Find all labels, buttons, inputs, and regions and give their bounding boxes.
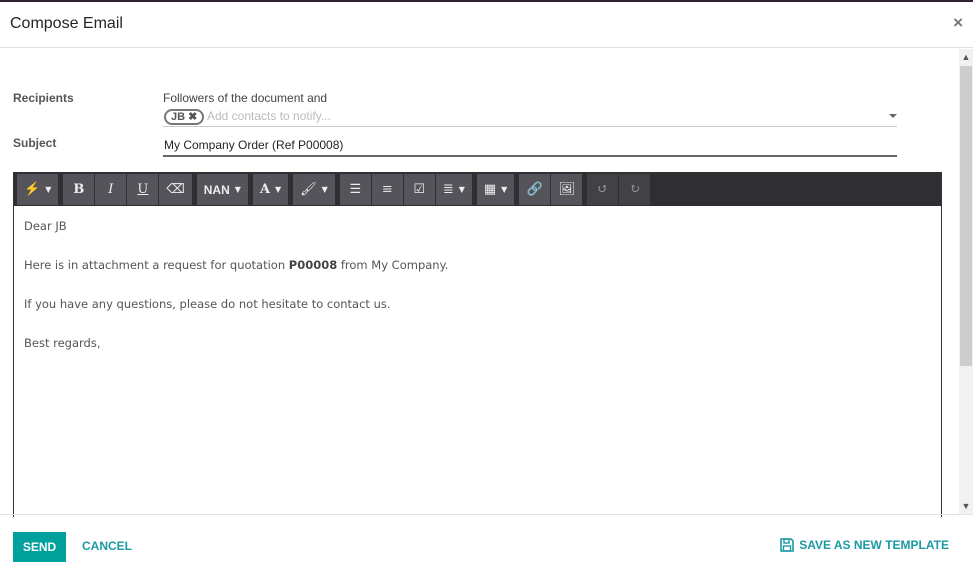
body-text: from My Company. xyxy=(337,258,449,272)
chevron-down-icon[interactable] xyxy=(889,114,897,118)
body-line-1: Here is in attachment a request for quot… xyxy=(24,259,931,272)
font-size-button[interactable]: NAN ▼ xyxy=(196,174,248,205)
magic-wand-icon: ⚡ xyxy=(24,182,41,197)
numbered-list-button[interactable]: ≡ xyxy=(371,174,403,205)
save-as-template-label: SAVE AS NEW TEMPLATE xyxy=(799,538,949,552)
font-color-icon: A xyxy=(259,182,270,197)
font-color-button[interactable]: A ▼ xyxy=(252,174,289,205)
save-as-template-button[interactable]: SAVE AS NEW TEMPLATE xyxy=(780,538,949,552)
undo-button[interactable]: ↺ xyxy=(587,174,619,205)
floppy-disk-icon xyxy=(780,538,795,552)
highlight-button[interactable]: 🖌 ▼ xyxy=(293,174,335,205)
paint-brush-icon: 🖌 xyxy=(300,182,317,197)
reference-number: P00008 xyxy=(288,258,338,272)
email-body[interactable]: Dear JB Here is in attachment a request … xyxy=(14,206,941,390)
align-icon: ≣ xyxy=(442,182,454,197)
recipient-tag-label: JB xyxy=(171,111,186,123)
eraser-button[interactable]: ⌫ xyxy=(159,174,192,205)
body-text: Here is in attachment a request for quot… xyxy=(24,258,289,272)
font-size-label: NAN xyxy=(203,182,230,197)
redo-icon: ↻ xyxy=(629,182,641,197)
body-greeting: Dear JB xyxy=(24,219,67,233)
link-button[interactable]: 🔗 xyxy=(519,174,551,205)
recipients-input[interactable] xyxy=(207,109,867,123)
dropdown-caret-icon: ▼ xyxy=(45,185,52,194)
dropdown-caret-icon: ▼ xyxy=(321,185,328,194)
bold-button[interactable]: B xyxy=(63,174,95,205)
link-icon: 🔗 xyxy=(526,182,543,197)
checklist-icon: ☑ xyxy=(413,182,426,197)
send-button[interactable]: SEND xyxy=(13,532,66,562)
dropdown-caret-icon: ▼ xyxy=(274,185,282,194)
eraser-icon: ⌫ xyxy=(166,182,185,197)
table-button[interactable]: ▦ ▼ xyxy=(476,174,515,205)
align-button[interactable]: ≣ ▼ xyxy=(435,174,472,205)
dropdown-caret-icon: ▼ xyxy=(458,185,465,194)
remove-tag-icon[interactable]: ✖ xyxy=(188,111,197,123)
scroll-down-icon[interactable]: ▼ xyxy=(959,498,973,514)
table-icon: ▦ xyxy=(483,182,497,197)
recipients-field[interactable]: JB ✖ xyxy=(163,108,897,127)
followers-text: Followers of the document and xyxy=(163,91,328,105)
bullet-list-button[interactable]: ☰ xyxy=(339,174,371,205)
body-closing: Best regards, xyxy=(24,336,101,350)
body-line-2: If you have any questions, please do not… xyxy=(24,297,391,311)
recipient-tag: JB ✖ xyxy=(164,109,205,125)
close-icon[interactable]: × xyxy=(953,14,963,31)
recipients-label: Recipients xyxy=(13,91,74,105)
undo-icon: ↺ xyxy=(597,182,609,197)
dropdown-caret-icon: ▼ xyxy=(501,185,508,194)
dialog-footer: SEND CANCEL SAVE AS NEW TEMPLATE xyxy=(0,514,973,579)
subject-input[interactable] xyxy=(163,135,897,157)
cancel-button[interactable]: CANCEL xyxy=(82,539,132,553)
redo-button[interactable]: ↻ xyxy=(619,174,651,205)
image-icon: 🖼 xyxy=(558,182,576,197)
dialog-title: Compose Email xyxy=(10,15,123,32)
image-button[interactable]: 🖼 xyxy=(551,174,583,205)
dropdown-caret-icon: ▼ xyxy=(234,185,241,194)
editor-toolbar: ⚡ ▼ B I U ⌫ NAN ▼ A ▼ 🖌 ▼ ☰ ≡ ☑ ≣ ▼ ▦ ▼ 🔗 🖼 xyxy=(14,173,941,206)
bullet-list-icon: ☰ xyxy=(349,182,362,197)
underline-button[interactable]: U xyxy=(127,174,159,205)
email-editor[interactable]: ⚡ ▼ B I U ⌫ NAN ▼ A ▼ 🖌 ▼ ☰ ≡ ☑ ≣ ▼ ▦ ▼ 🔗 🖼 xyxy=(13,172,942,517)
scroll-thumb[interactable] xyxy=(960,66,972,366)
italic-button[interactable]: I xyxy=(95,174,127,205)
scroll-up-icon[interactable]: ▲ xyxy=(959,49,973,65)
checklist-button[interactable]: ☑ xyxy=(403,174,435,205)
numbered-list-icon: ≡ xyxy=(381,182,393,197)
subject-label: Subject xyxy=(13,136,57,150)
scrollbar[interactable]: ▲ ▼ xyxy=(959,49,973,514)
dialog-header: Compose Email × xyxy=(0,2,973,48)
magic-wand-button[interactable]: ⚡ ▼ xyxy=(17,174,59,205)
